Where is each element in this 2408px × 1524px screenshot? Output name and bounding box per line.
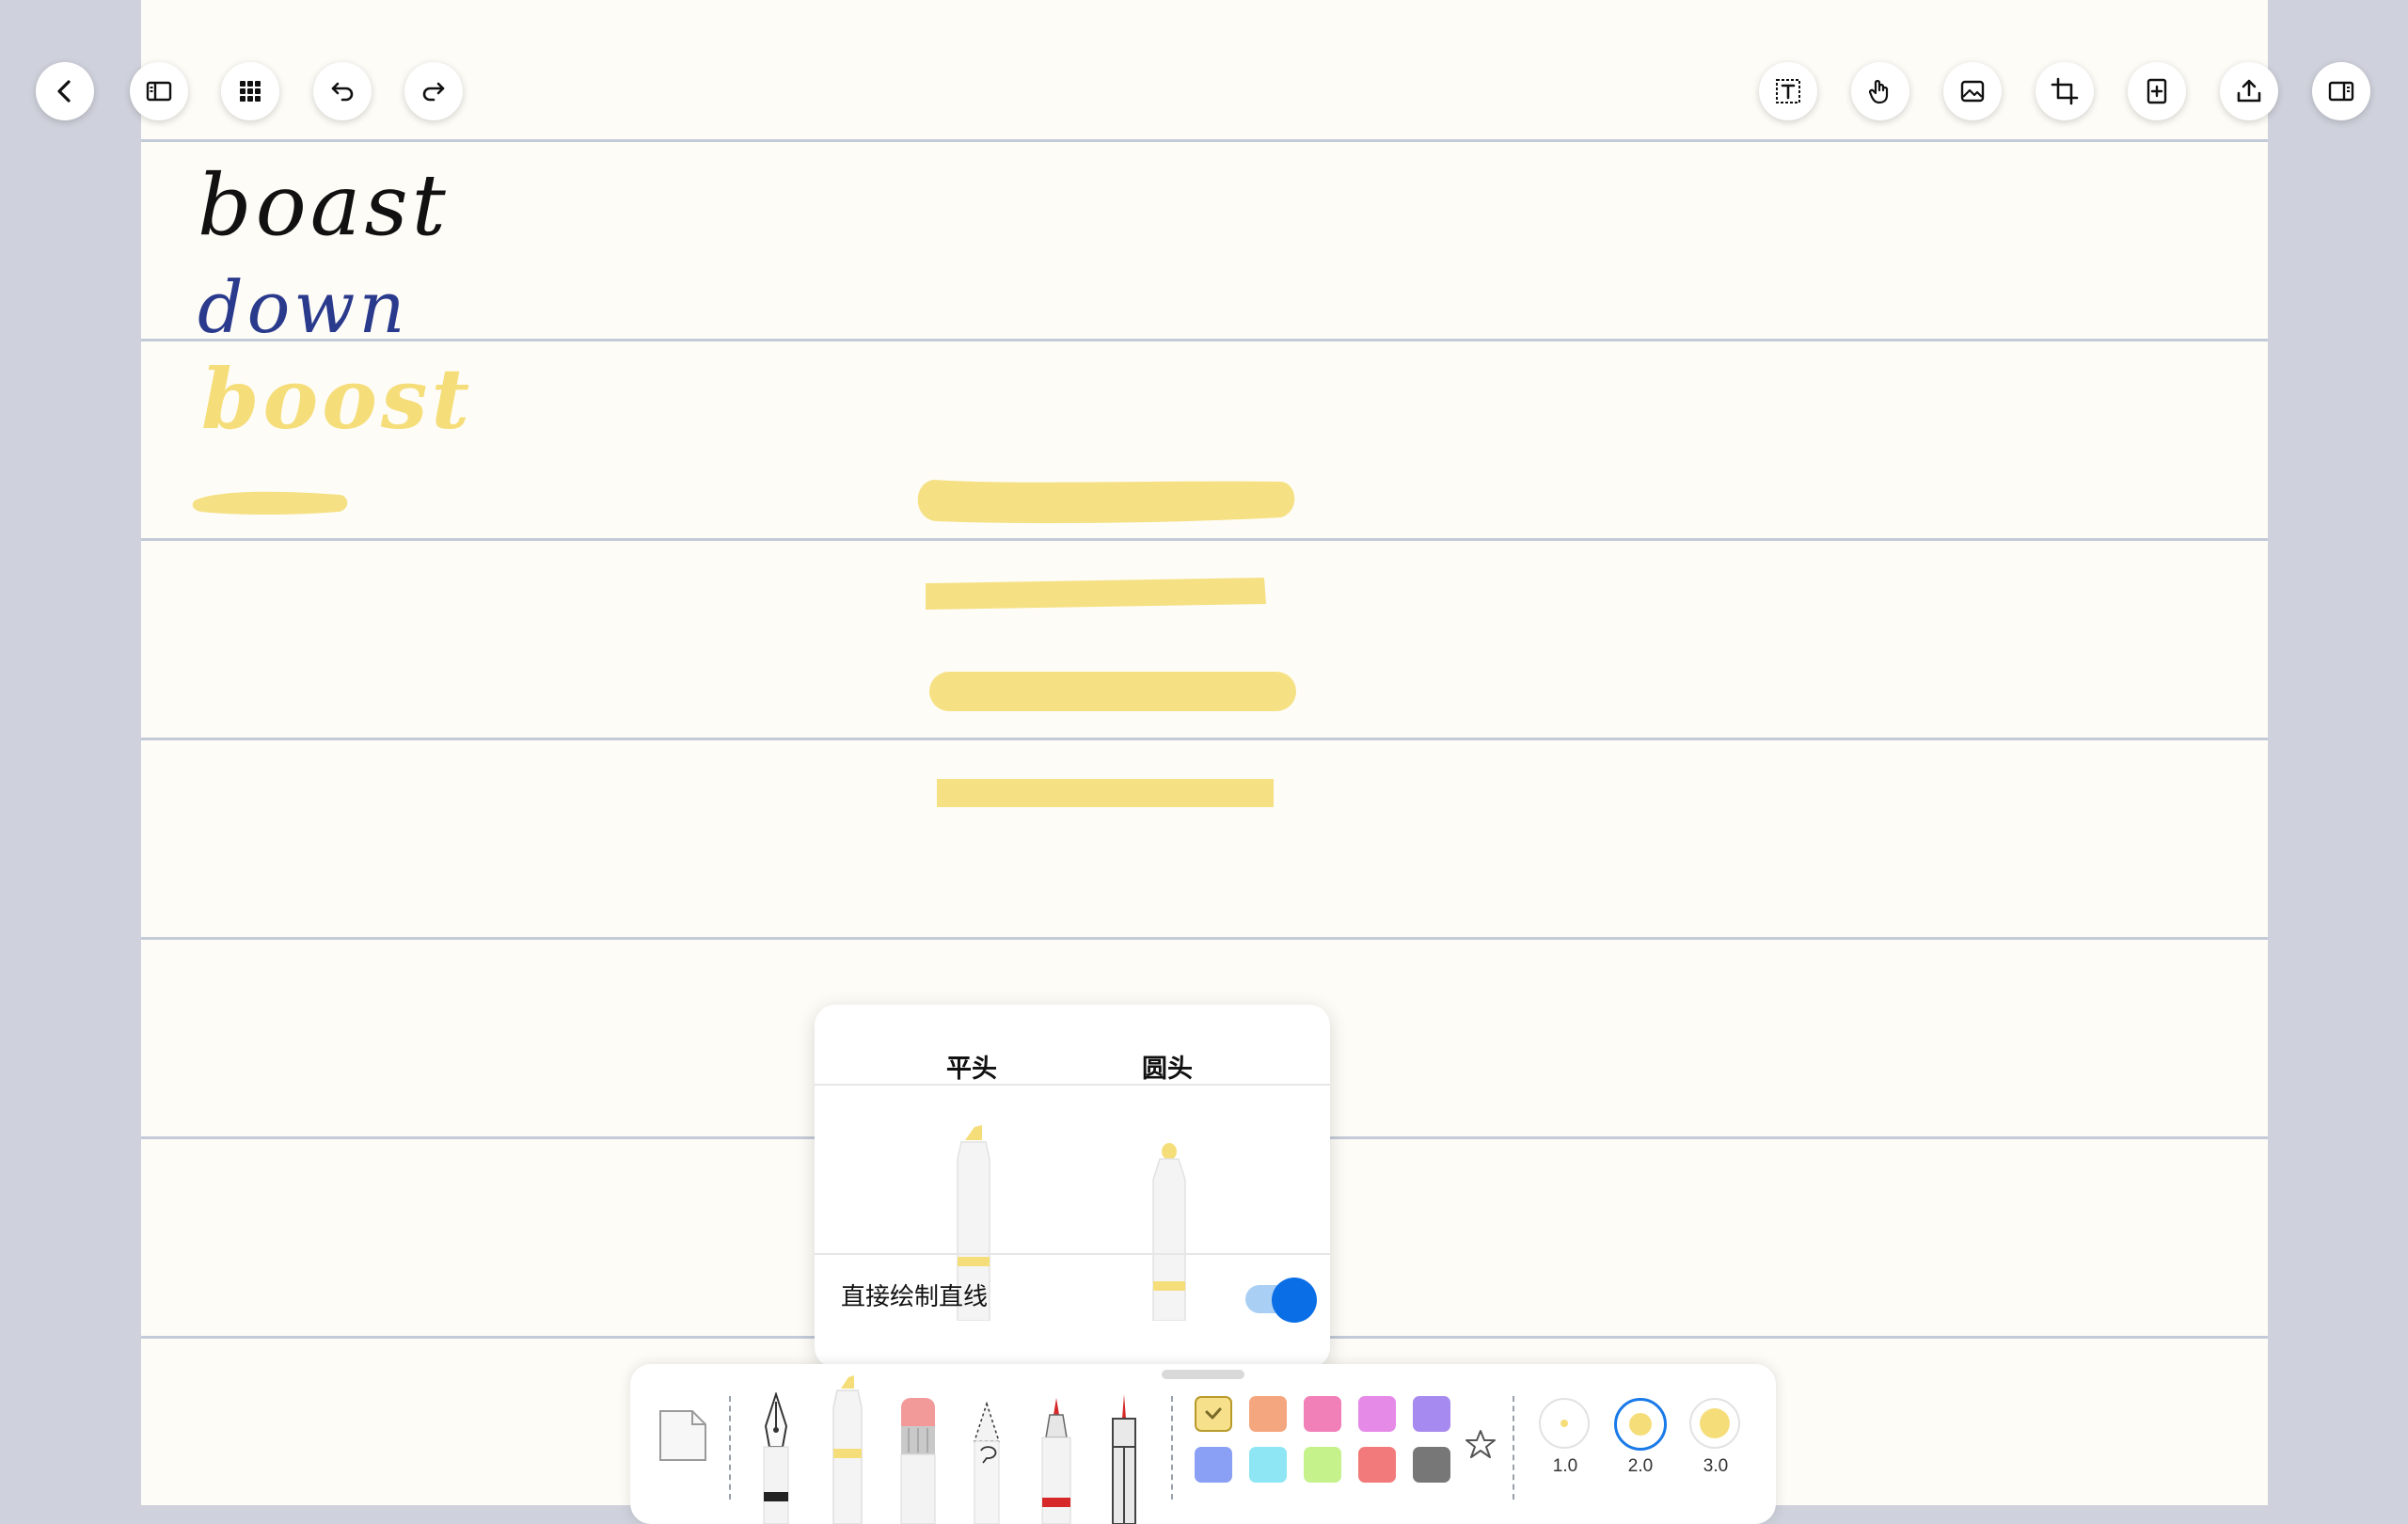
handwriting-word-1: boast [198,156,450,255]
ruler-pen-icon[interactable] [1101,1392,1148,1524]
handwriting-word-3: boost [201,350,474,448]
sidebar-icon [146,81,172,102]
size-label-1: 1.0 [1552,1456,1578,1476]
back-button[interactable] [36,62,94,120]
color-swatch-2-1[interactable] [1195,1447,1232,1483]
popup-divider [815,1084,1330,1086]
size-option-3[interactable] [1689,1398,1740,1449]
pen-toolbar: 1.0 2.0 3.0 [630,1364,1776,1524]
highlight-stroke-2 [917,480,1295,524]
text-box-icon [1776,79,1800,103]
draw-straight-line-toggle[interactable] [1245,1278,1317,1323]
tab-round-tip[interactable]: 圆头 [1142,1048,1193,1085]
crop-icon [2051,77,2079,105]
undo-button[interactable] [313,62,372,120]
size-option-1[interactable] [1539,1398,1590,1449]
size-label-2: 2.0 [1627,1456,1654,1476]
color-swatch-2-5[interactable] [1413,1447,1450,1483]
color-swatch-1-2[interactable] [1249,1396,1287,1432]
chevron-left-icon [57,80,71,103]
hand-icon [1868,79,1889,104]
redo-icon [422,82,445,102]
highlighter-tip-popup: 平头 圆头 直接绘制直线 [815,1005,1330,1368]
page-icon[interactable] [657,1407,709,1464]
highlight-stroke-3 [926,578,1266,610]
color-swatch-2-4[interactable] [1358,1447,1396,1483]
fountain-pen-icon[interactable] [752,1392,800,1524]
check-icon [1205,1407,1222,1420]
tray-divider-1 [729,1396,731,1500]
tray-divider-3 [1513,1396,1514,1500]
highlight-stroke-5 [937,779,1274,807]
color-swatch-2-2[interactable] [1249,1447,1287,1483]
draw-straight-line-label: 直接绘制直线 [841,1283,989,1311]
image-icon [1960,80,1985,103]
grid-icon [240,81,261,102]
round-tip-highlighter-icon[interactable] [1146,1136,1193,1321]
highlight-stroke-4 [929,672,1296,711]
upload-icon [2237,79,2261,103]
hand-button[interactable] [1851,62,1909,120]
split-view-icon [2328,81,2354,102]
tray-divider-2 [1171,1396,1173,1500]
highlight-stroke-1 [192,491,348,515]
popup-divider-2 [815,1253,1330,1255]
text-box-button[interactable] [1759,62,1817,120]
add-page-icon [2147,78,2167,104]
redo-button[interactable] [404,62,463,120]
crop-button[interactable] [2036,62,2094,120]
image-button[interactable] [1943,62,2002,120]
size-label-3: 3.0 [1703,1456,1729,1476]
export-button[interactable] [2220,62,2278,120]
undo-icon [331,82,354,102]
color-swatch-1-5[interactable] [1413,1396,1450,1432]
color-swatch-1-3[interactable] [1304,1396,1341,1432]
split-view-button[interactable] [2312,62,2370,120]
size-dot-3 [1700,1408,1730,1438]
toggle-knob [1272,1278,1317,1323]
color-swatch-1-1[interactable] [1195,1396,1232,1432]
color-swatch-1-4[interactable] [1358,1396,1396,1432]
star-icon[interactable] [1464,1428,1497,1462]
lasso-icon[interactable] [963,1402,1010,1524]
highlighter-icon[interactable] [824,1366,871,1524]
drag-handle[interactable] [1162,1370,1244,1379]
sidebar-button[interactable] [130,62,188,120]
tab-flat-tip[interactable]: 平头 [946,1048,997,1085]
handwriting-word-2: down [198,265,409,349]
add-page-button[interactable] [2128,62,2186,120]
grid-button[interactable] [221,62,279,120]
size-dot-1 [1560,1420,1568,1427]
color-swatch-2-3[interactable] [1304,1447,1341,1483]
size-option-2[interactable] [1614,1398,1667,1451]
size-dot-2 [1629,1413,1652,1436]
